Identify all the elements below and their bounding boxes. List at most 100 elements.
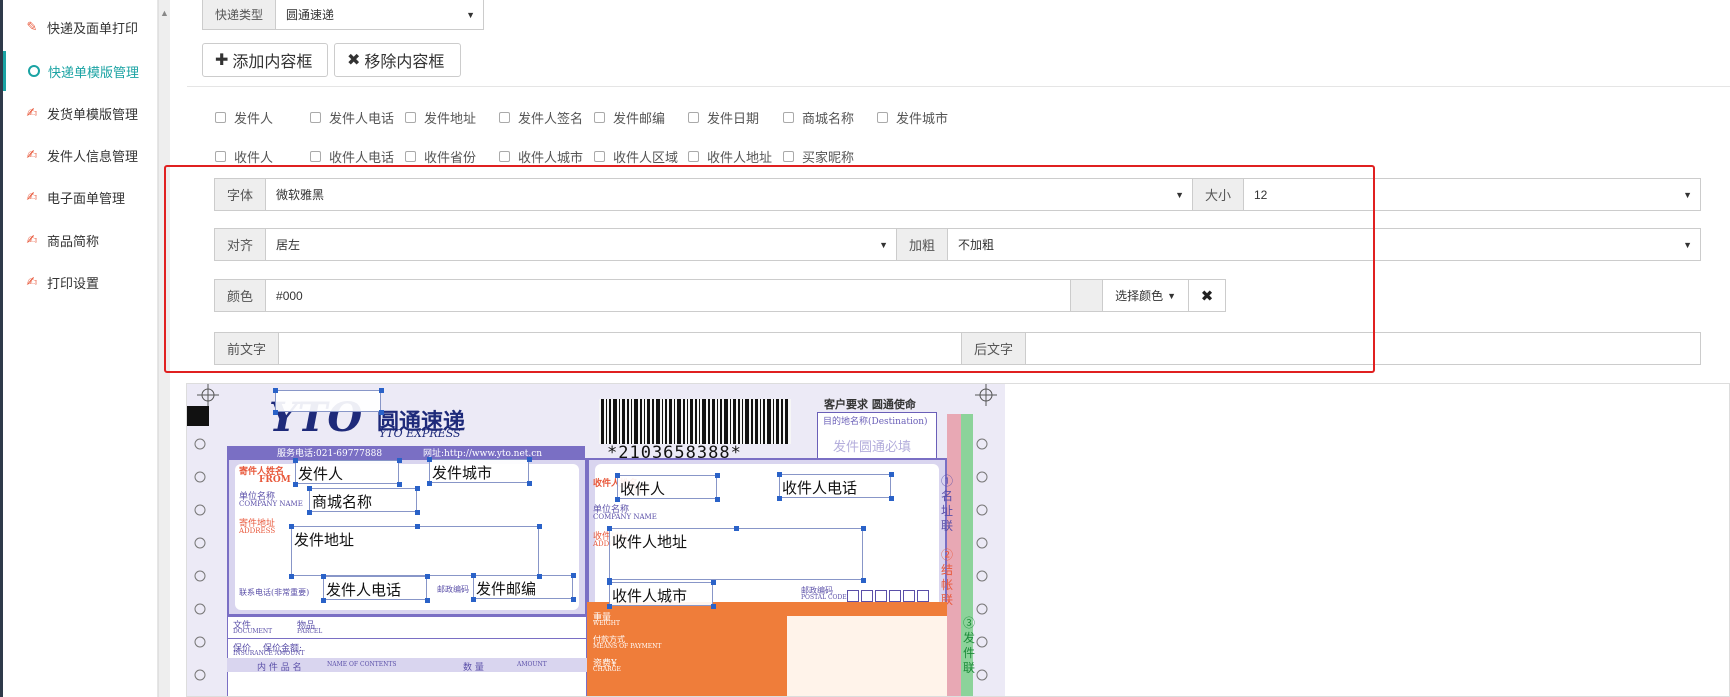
checkbox-sender-city[interactable]: 发件城市: [877, 108, 948, 127]
resize-handle[interactable]: [397, 458, 402, 463]
sidebar-item-product-alias[interactable]: ✍ 商品简称: [3, 220, 158, 260]
express-type-select[interactable]: 圆通速递 ▼: [276, 0, 483, 29]
resize-handle[interactable]: [471, 573, 476, 578]
resize-handle[interactable]: [273, 388, 278, 393]
checkbox-box[interactable]: [215, 112, 226, 123]
checkbox-box[interactable]: [783, 112, 794, 123]
checkbox-sender-postcode[interactable]: 发件邮编: [594, 108, 665, 127]
resize-handle[interactable]: [734, 526, 739, 531]
resize-handle[interactable]: [607, 580, 612, 585]
template-field-receiver-phone[interactable]: 收件人电话: [779, 474, 891, 498]
remove-content-box-button[interactable]: ✖ 移除内容框: [334, 43, 461, 77]
checkbox-sender[interactable]: 发件人: [215, 108, 273, 127]
resize-handle[interactable]: [571, 597, 576, 602]
resize-handle[interactable]: [715, 473, 720, 478]
resize-handle[interactable]: [415, 486, 420, 491]
resize-handle[interactable]: [425, 598, 430, 603]
waybill-preview: YTO 圆通速递 YTO EXPRESS *2103658388* 客户要求 圆…: [186, 383, 1730, 697]
resize-handle[interactable]: [527, 457, 532, 462]
resize-handle[interactable]: [537, 524, 542, 529]
resize-handle[interactable]: [607, 526, 612, 531]
resize-handle[interactable]: [425, 574, 430, 579]
checkbox-sender-address[interactable]: 发件地址: [405, 108, 476, 127]
checkbox-receiver-address[interactable]: 收件人地址: [688, 147, 772, 166]
template-field-store-name[interactable]: 商城名称: [309, 488, 417, 512]
resize-handle[interactable]: [715, 497, 720, 502]
checkbox-box[interactable]: [688, 151, 699, 162]
resize-handle[interactable]: [321, 574, 326, 579]
sidebar-item-express-template[interactable]: 快递单模版管理: [3, 51, 158, 91]
checkbox-box[interactable]: [594, 112, 605, 123]
resize-handle[interactable]: [711, 604, 716, 609]
checkbox-box[interactable]: [310, 151, 321, 162]
template-field-receiver[interactable]: 收件人: [617, 475, 717, 499]
resize-handle[interactable]: [293, 458, 298, 463]
resize-handle[interactable]: [889, 472, 894, 477]
sidebar: ✎ 快递及面单打印 快递单模版管理 ✍ 发货单模版管理 ✍ 发件人信息管理 ✍ …: [3, 0, 158, 697]
checkbox-receiver[interactable]: 收件人: [215, 147, 273, 166]
resize-handle[interactable]: [379, 410, 384, 415]
resize-handle[interactable]: [527, 481, 532, 486]
checkbox-box[interactable]: [499, 112, 510, 123]
sidebar-item-delivery-template[interactable]: ✍ 发货单模版管理: [3, 93, 158, 133]
resize-handle[interactable]: [427, 457, 432, 462]
resize-handle[interactable]: [615, 497, 620, 502]
resize-handle[interactable]: [571, 573, 576, 578]
template-field-sender-phone[interactable]: 发件人电话: [323, 576, 427, 600]
resize-handle[interactable]: [777, 496, 782, 501]
resize-handle[interactable]: [307, 510, 312, 515]
template-field-sender-city[interactable]: 发件城市: [429, 459, 529, 483]
checkbox-buyer-nick[interactable]: 买家昵称: [783, 147, 854, 166]
checkbox-send-date[interactable]: 发件日期: [688, 108, 759, 127]
checkbox-receiver-phone[interactable]: 收件人电话: [310, 147, 394, 166]
resize-handle[interactable]: [537, 574, 542, 579]
checkbox-box[interactable]: [783, 151, 794, 162]
template-field-sender[interactable]: 发件人: [295, 460, 399, 484]
checkbox-box[interactable]: [405, 112, 416, 123]
checkbox-box[interactable]: [215, 151, 226, 162]
resize-handle[interactable]: [861, 578, 866, 583]
resize-handle[interactable]: [889, 496, 894, 501]
scroll-up-icon[interactable]: ▲: [160, 8, 169, 18]
checkbox-box[interactable]: [877, 112, 888, 123]
resize-handle[interactable]: [289, 574, 294, 579]
checkbox-sender-signature[interactable]: 发件人签名: [499, 108, 583, 127]
template-field-receiver-address[interactable]: 收件人地址: [609, 528, 863, 580]
template-field-receiver-city[interactable]: 收件人城市: [609, 582, 713, 606]
sidebar-item-print[interactable]: ✎ 快递及面单打印: [3, 7, 158, 47]
checkbox-receiver-province[interactable]: 收件省份: [405, 147, 476, 166]
resize-handle[interactable]: [471, 597, 476, 602]
checkbox-box[interactable]: [405, 151, 416, 162]
checkbox-receiver-district[interactable]: 收件人区域: [594, 147, 678, 166]
sidebar-item-e-waybill[interactable]: ✍ 电子面单管理: [3, 177, 158, 217]
resize-handle[interactable]: [711, 580, 716, 585]
resize-handle[interactable]: [607, 604, 612, 609]
resize-handle[interactable]: [615, 473, 620, 478]
checkbox-sender-phone[interactable]: 发件人电话: [310, 108, 394, 127]
resize-handle[interactable]: [289, 524, 294, 529]
resize-handle[interactable]: [415, 510, 420, 515]
resize-handle[interactable]: [273, 410, 278, 415]
resize-handle[interactable]: [293, 482, 298, 487]
resize-handle[interactable]: [307, 486, 312, 491]
sidebar-item-sender-info[interactable]: ✍ 发件人信息管理: [3, 135, 158, 175]
resize-handle[interactable]: [777, 472, 782, 477]
resize-handle[interactable]: [379, 388, 384, 393]
resize-handle[interactable]: [427, 481, 432, 486]
sidebar-item-print-settings[interactable]: ✍ 打印设置: [3, 262, 158, 302]
add-content-box-button[interactable]: ✚ 添加内容框: [202, 43, 328, 77]
checkbox-box[interactable]: [310, 112, 321, 123]
copy-label-2: ②结帐联: [941, 548, 954, 607]
checkbox-store-name[interactable]: 商城名称: [783, 108, 854, 127]
template-field-sender-address[interactable]: 发件地址: [291, 526, 539, 576]
checkbox-box[interactable]: [594, 151, 605, 162]
resize-handle[interactable]: [415, 524, 420, 529]
template-field-sender-postcode[interactable]: 发件邮编: [473, 575, 573, 599]
checkbox-box[interactable]: [499, 151, 510, 162]
checkbox-receiver-city[interactable]: 收件人城市: [499, 147, 583, 166]
resize-handle[interactable]: [861, 526, 866, 531]
template-field-empty[interactable]: [275, 390, 381, 412]
resize-handle[interactable]: [397, 482, 402, 487]
checkbox-box[interactable]: [688, 112, 699, 123]
resize-handle[interactable]: [321, 598, 326, 603]
